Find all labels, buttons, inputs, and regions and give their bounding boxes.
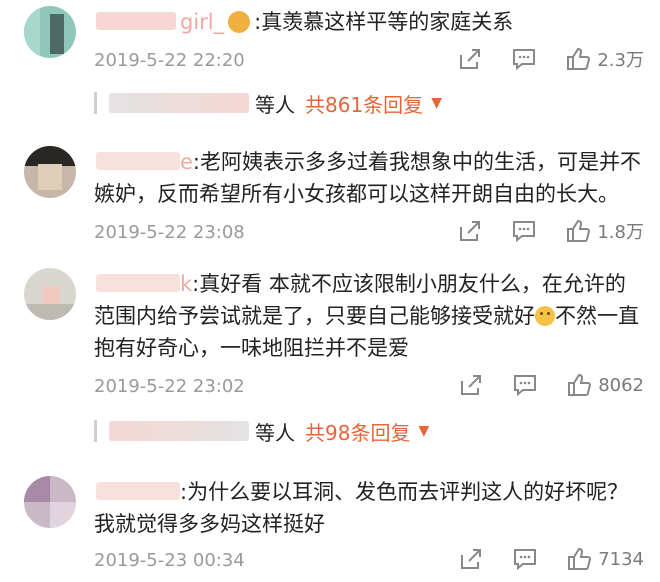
share-icon — [460, 49, 481, 69]
comment-item: girl_:真羡慕这样平等的家庭关系 2019-5-22 22:20 2.3万 … — [0, 0, 660, 150]
badge-icon — [228, 11, 251, 33]
reply-total[interactable]: 共861条回复 — [305, 89, 423, 118]
thumbs-up-icon — [567, 47, 591, 70]
smile-emoji-icon — [535, 306, 555, 326]
reply-total[interactable]: 共98条回复 — [305, 417, 410, 446]
caret-down-icon[interactable]: ▼ — [418, 423, 429, 439]
username[interactable]: girl_ — [180, 10, 224, 34]
comment-text: girl_ :真羡慕这样平等的家庭关系 — [94, 6, 646, 38]
like-button[interactable]: 8062 — [566, 372, 644, 398]
like-button[interactable]: 1.8万 — [565, 218, 644, 244]
like-button[interactable]: 2.3万 — [565, 46, 644, 72]
comment-button[interactable] — [512, 546, 538, 572]
avatar[interactable] — [24, 6, 76, 58]
share-button[interactable] — [458, 372, 484, 398]
share-icon — [461, 549, 482, 569]
reply-who: 等人 — [255, 420, 295, 445]
comment-icon — [514, 375, 537, 397]
comment-icon — [513, 221, 536, 243]
comment-actions: 2.3万 — [457, 46, 644, 72]
comment-actions: 1.8万 — [457, 218, 644, 244]
comment-text: k:真好看 本就不应该限制小朋友什么，在允许的范围内给予尝试就是了，只要自己能够… — [94, 268, 646, 364]
share-icon — [461, 375, 482, 395]
username[interactable]: k — [180, 272, 192, 296]
reply-divider — [94, 92, 97, 114]
thumbs-up-icon — [568, 547, 592, 570]
share-button[interactable] — [457, 218, 483, 244]
comment-button[interactable] — [511, 218, 537, 244]
like-count: 7134 — [598, 548, 644, 570]
comment-body: :老阿姨表示多多过着我想象中的生活，可是并不嫉妒，反而希望所有小女孩都可以这样开… — [94, 150, 641, 206]
comment-text: e:老阿姨表示多多过着我想象中的生活，可是并不嫉妒，反而希望所有小女孩都可以这样… — [94, 146, 646, 210]
reply-users-blurred — [109, 93, 249, 113]
reply-divider — [94, 420, 97, 442]
reply-summary[interactable]: 等人 共98条回复 ▼ — [94, 416, 429, 446]
comment-time: 2019-5-22 22:20 — [94, 50, 245, 71]
comment-text: :为什么要以耳洞、发色而去评判这人的好坏呢？我就觉得多多妈这样挺好 — [94, 476, 646, 540]
comment-actions: 8062 — [458, 372, 644, 398]
username[interactable]: e — [180, 150, 193, 174]
like-count: 8062 — [598, 374, 644, 396]
like-count: 1.8万 — [597, 222, 644, 243]
like-count: 2.3万 — [597, 50, 644, 71]
comment-time: 2019-5-23 00:34 — [94, 550, 245, 571]
comment-button[interactable] — [511, 46, 537, 72]
thumbs-up-icon — [568, 373, 592, 396]
comment-time: 2019-5-22 23:08 — [94, 222, 245, 243]
comment-time: 2019-5-22 23:02 — [94, 376, 245, 397]
avatar[interactable] — [24, 146, 76, 198]
comment-body: :为什么要以耳洞、发色而去评判这人的好坏呢？我就觉得多多妈这样挺好 — [94, 480, 629, 536]
comment-button[interactable] — [512, 372, 538, 398]
comment-body: :真羡慕这样平等的家庭关系 — [254, 10, 514, 34]
comment-icon — [514, 549, 537, 571]
reply-summary[interactable]: 等人 共861条回复 ▼ — [94, 88, 442, 118]
share-icon — [460, 221, 481, 241]
comment-item: k:真好看 本就不应该限制小朋友什么，在允许的范围内给予尝试就是了，只要自己能够… — [0, 262, 660, 452]
comment-item: e:老阿姨表示多多过着我想象中的生活，可是并不嫉妒，反而希望所有小女孩都可以这样… — [0, 140, 660, 260]
share-button[interactable] — [457, 46, 483, 72]
reply-who: 等人 — [255, 92, 295, 117]
comment-icon — [513, 49, 536, 71]
comment-item: :为什么要以耳洞、发色而去评判这人的好坏呢？我就觉得多多妈这样挺好 2019-5… — [0, 470, 660, 582]
avatar[interactable] — [24, 476, 76, 528]
thumbs-up-icon — [567, 219, 591, 242]
like-button[interactable]: 7134 — [566, 546, 644, 572]
share-button[interactable] — [458, 546, 484, 572]
caret-down-icon[interactable]: ▼ — [431, 95, 442, 111]
reply-users-blurred — [109, 421, 249, 441]
comment-actions: 7134 — [458, 546, 644, 572]
avatar[interactable] — [24, 268, 76, 320]
